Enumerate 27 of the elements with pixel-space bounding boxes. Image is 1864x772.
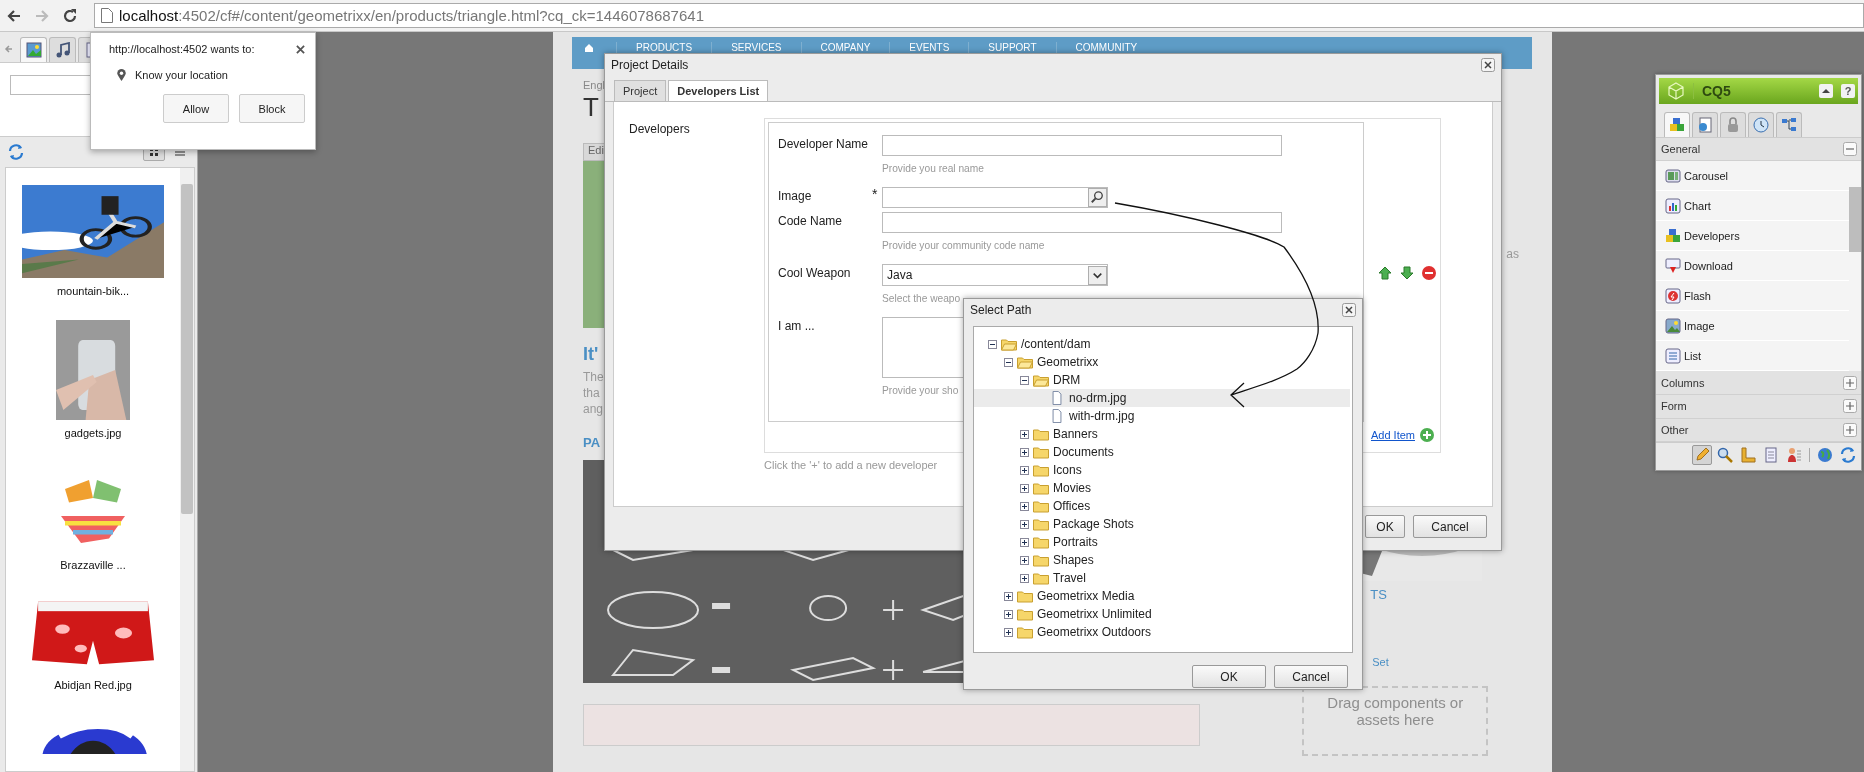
field-hint: Provide your sho: [882, 384, 959, 398]
edit-label: Edi: [588, 144, 604, 156]
field-hint: Provide your community code name: [882, 239, 1045, 253]
required-mark: *: [872, 186, 878, 202]
field-hint: Provide you real name: [882, 162, 984, 176]
panel-title: CQ5: [1693, 82, 1731, 99]
paragraph-line: tha: [583, 385, 601, 401]
page-heading: T: [583, 91, 599, 123]
dialog-title: Select Path: [970, 303, 1032, 317]
section-heading: PA: [583, 435, 601, 450]
field-label: Image: [778, 188, 813, 205]
field-label: Code Name: [778, 213, 844, 230]
url-text: localhost:4502/cf#/content/geometrixx/en/products/triangle.html?cq_ck=1446078687641: [119, 7, 704, 24]
paragraph-line: as: [1506, 247, 1519, 261]
section-heading: It': [583, 344, 599, 365]
field-hint: Click the '+' to add a new developer: [764, 459, 938, 471]
field-label: Cool Weapon: [778, 265, 852, 282]
dialog-title: Project Details: [611, 58, 689, 72]
permission-text: Know your location: [135, 69, 228, 81]
field-label: Developer Name: [778, 136, 870, 153]
field-label: I am ...: [778, 318, 816, 335]
popup-message: http://localhost:4502 wants to:: [109, 43, 255, 55]
field-hint: Select the weapo: [882, 292, 961, 306]
paragraph-line: The: [583, 369, 604, 385]
section-heading: TS: [1370, 587, 1387, 602]
field-label: Developers: [628, 121, 691, 138]
paragraph-line: ang: [583, 401, 604, 417]
